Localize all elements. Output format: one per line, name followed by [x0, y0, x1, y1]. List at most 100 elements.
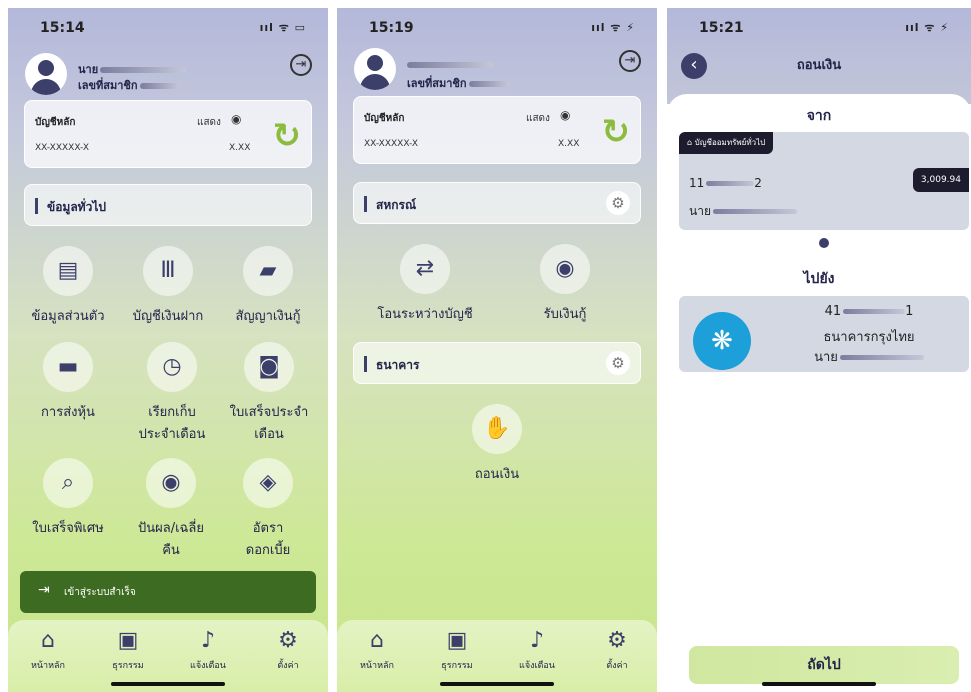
status-icons: ııl ᯤ ▭: [259, 21, 306, 34]
avatar[interactable]: [354, 48, 396, 90]
nav-settings[interactable]: ⚙ ตั้งค่า: [577, 628, 657, 672]
nav-notifications[interactable]: ♪ แจ้งเตือน: [497, 628, 577, 672]
section-bank: ธนาคาร ⚙: [353, 342, 641, 384]
avatar[interactable]: [25, 53, 67, 95]
main-account-card: บัญชีหลัก แสดง ◉ XX-XXXXX-X X.XX ↻: [24, 100, 312, 168]
gear-icon: ⚙: [607, 628, 627, 653]
money-icon: ▣: [446, 628, 468, 653]
folder-icon: ▰: [243, 246, 293, 296]
gear-icon[interactable]: ⚙: [606, 351, 630, 375]
home-icon: ⌂: [41, 628, 55, 653]
menu-withdraw[interactable]: ✋ ถอนเงิน: [445, 404, 549, 486]
menu-transfer-between-accounts[interactable]: ⇄ โอนระหว่างบัญชี: [365, 244, 485, 326]
home-indicator: [111, 682, 225, 686]
status-icons: ııl ᯤ ⚡: [905, 21, 949, 34]
status-time: 15:14: [40, 20, 85, 36]
menu-label: ถอนเงิน: [474, 467, 520, 482]
bottom-nav: ⌂ หน้าหลัก ▣ ธุรกรรม ♪ แจ้งเตือน ⚙ ตั้งค่า: [8, 620, 328, 692]
receipt-coin-icon: ◙: [244, 342, 294, 392]
member-name: [407, 58, 493, 71]
page-indicator-dot: [819, 238, 829, 248]
menu-label: ใบเสร็จพิเศษ: [32, 521, 104, 536]
menu-label: รับเงินกู้: [543, 307, 587, 322]
bank-search-icon: ⌕: [43, 458, 93, 508]
refresh-icon[interactable]: ↻: [273, 119, 302, 153]
menu-label: ข้อมูลส่วนตัว: [31, 309, 105, 324]
account-balance: X.XX: [558, 139, 580, 149]
account-type-tag: ⌂ บัญชีออมทรัพย์ทั่วไป: [679, 132, 774, 154]
main-account-card: บัญชีหลัก แสดง ◉ XX-XXXXX-X X.XX ↻: [353, 96, 641, 164]
to-label: ไปยัง: [803, 271, 835, 287]
section-title: ข้อมูลทั่วไป: [47, 200, 106, 214]
to-account-card[interactable]: ❋ 41 1 ธนาคารกรุงไทย นาย: [679, 296, 969, 372]
money-icon: ▣: [117, 628, 139, 653]
section-title: สหกรณ์: [376, 198, 417, 212]
receive-loan-icon: ◉: [540, 244, 590, 294]
screen-withdraw: 15:21 ııl ᯤ ⚡ ‹ ถอนเงิน จาก ⌂ บัญชีออมทร…: [667, 8, 971, 692]
eye-icon[interactable]: ◉: [560, 108, 570, 122]
section-title: ธนาคาร: [376, 358, 420, 372]
krungthai-logo-icon: ❋: [693, 312, 751, 370]
menu-dividend[interactable]: ◉ ปันผล/เฉลี่ย คืน: [116, 458, 226, 562]
refresh-icon[interactable]: ↻: [602, 115, 631, 149]
bell-icon: ♪: [529, 628, 545, 653]
show-balance-label[interactable]: แสดง: [197, 115, 221, 130]
show-balance-label[interactable]: แสดง: [526, 111, 550, 126]
menu-receive-loan[interactable]: ◉ รับเงินกู้: [513, 244, 617, 326]
account-number: XX-XXXXX-X: [35, 143, 90, 153]
calendar-clock-icon: ◷: [147, 342, 197, 392]
status-time: 15:21: [699, 20, 744, 36]
status-bar: 15:14 ııl ᯤ ▭: [8, 20, 328, 40]
menu-interest-rate[interactable]: ◈ อัตรา ดอกเบี้ย: [216, 458, 320, 562]
home-icon: ⌂: [370, 628, 384, 653]
id-card-icon: ▤: [43, 246, 93, 296]
bell-icon: ♪: [200, 628, 216, 653]
menu-monthly-receipt[interactable]: ◙ ใบเสร็จประจำ เดือน: [214, 342, 324, 446]
account-title: บัญชีหลัก: [364, 113, 405, 124]
coin-icon: ◉: [146, 458, 196, 508]
nav-notifications[interactable]: ♪ แจ้งเตือน: [168, 628, 248, 672]
status-bar: 15:21 ııl ᯤ ⚡: [667, 20, 971, 40]
menu-share-payment[interactable]: ▬ การส่งหุ้น: [16, 342, 120, 424]
page-title: ถอนเงิน: [796, 58, 842, 73]
menu-label: โอนระหว่างบัญชี: [377, 307, 473, 322]
menu-label: สัญญาเงินกู้: [235, 309, 301, 324]
rate-icon: ◈: [243, 458, 293, 508]
to-account-owner: นาย: [775, 346, 963, 367]
nav-transactions[interactable]: ▣ ธุรกรรม: [88, 628, 168, 672]
transfer-icon: ⇄: [400, 244, 450, 294]
bottom-nav: ⌂ หน้าหลัก ▣ ธุรกรรม ♪ แจ้งเตือน ⚙ ตั้งค่า: [337, 620, 657, 692]
menu-monthly-billing[interactable]: ◷ เรียกเก็บ ประจำเดือน: [116, 342, 228, 446]
from-label: จาก: [806, 108, 832, 124]
bank-pillars-icon: Ⅲ: [143, 246, 193, 296]
menu-label: ปันผล/เฉลี่ย คืน: [138, 521, 204, 558]
logout-icon[interactable]: ⇥: [619, 50, 641, 72]
bank-pillars-icon: ⌂: [687, 138, 695, 147]
login-success-toast: ⇥ เข้าสู่ระบบสำเร็จ: [20, 571, 316, 613]
from-account-owner: นาย: [689, 202, 797, 221]
from-account-card[interactable]: ⌂ บัญชีออมทรัพย์ทั่วไป 11 2 นาย 3,009.94: [679, 132, 969, 230]
nav-home[interactable]: ⌂ หน้าหลัก: [8, 628, 88, 672]
cash-icon: ▬: [43, 342, 93, 392]
gear-icon[interactable]: ⚙: [606, 191, 630, 215]
to-bank-name: ธนาคารกรุงไทย: [823, 330, 915, 345]
home-indicator: [762, 682, 876, 686]
eye-icon[interactable]: ◉: [231, 112, 241, 126]
nav-settings[interactable]: ⚙ ตั้งค่า: [248, 628, 328, 672]
section-general-info: ข้อมูลทั่วไป: [24, 184, 312, 226]
account-title: บัญชีหลัก: [35, 117, 76, 128]
nav-transactions[interactable]: ▣ ธุรกรรม: [417, 628, 497, 672]
menu-personal-info[interactable]: ▤ ข้อมูลส่วนตัว: [16, 246, 120, 328]
login-icon: ⇥: [38, 582, 50, 598]
menu-deposit-account[interactable]: Ⅲ บัญชีเงินฝาก: [116, 246, 220, 328]
menu-loan-contract[interactable]: ▰ สัญญาเงินกู้: [216, 246, 320, 328]
account-number: XX-XXXXX-X: [364, 139, 419, 149]
nav-home[interactable]: ⌂ หน้าหลัก: [337, 628, 417, 672]
menu-label: อัตรา ดอกเบี้ย: [245, 521, 291, 558]
logout-icon[interactable]: ⇥: [290, 54, 312, 76]
menu-label: เรียกเก็บ ประจำเดือน: [138, 405, 206, 442]
account-balance: X.XX: [229, 143, 251, 153]
gear-icon: ⚙: [278, 628, 298, 653]
menu-special-receipt[interactable]: ⌕ ใบเสร็จพิเศษ: [16, 458, 120, 540]
next-button[interactable]: ถัดไป: [689, 646, 959, 684]
